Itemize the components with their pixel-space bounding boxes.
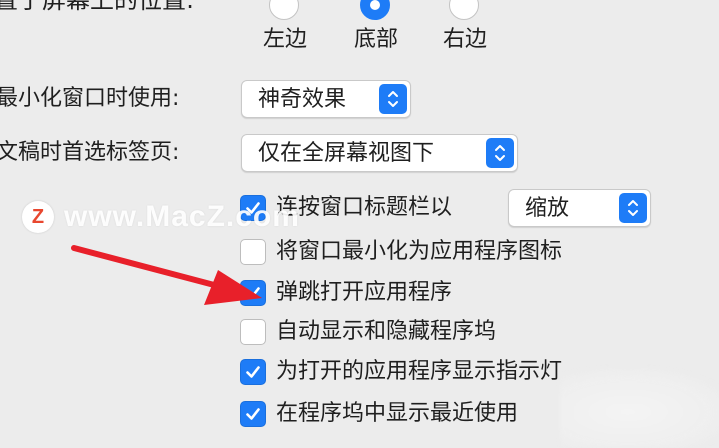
dock-position-radio-group: 左边 底部 右边 [0,0,719,60]
autohide-dock-checkbox[interactable] [240,319,266,345]
radio-left-button[interactable] [269,0,299,20]
radio-right-label: 右边 [442,27,487,52]
checkmark-icon [246,202,260,214]
checkmark-icon [246,366,260,378]
autohide-dock-label: 自动显示和隐藏程序坞 [276,319,497,344]
minimize-into-app-checkbox[interactable] [240,239,266,265]
radio-bottom-label: 底部 [353,27,398,52]
double-click-checkbox[interactable] [240,195,266,221]
radio-option-left[interactable]: 左边 [235,0,335,60]
blur-patch [560,368,719,448]
animate-opening-checkbox[interactable] [240,280,266,306]
double-click-action-value: 缩放 [525,196,570,221]
radio-right-button[interactable] [449,0,479,20]
minimize-into-app-label: 将窗口最小化为应用程序图标 [276,239,563,264]
autohide-dock-row[interactable]: 自动显示和隐藏程序坞 [240,316,496,348]
show-indicators-row[interactable]: 为打开的应用程序显示指示灯 [240,356,562,388]
prefer-tabs-popup[interactable]: 仅在全屏幕视图下 [241,134,518,172]
radio-left-label: 左边 [262,27,307,52]
minimize-into-app-row[interactable]: 将窗口最小化为应用程序图标 [240,236,562,268]
up-down-chevron-icon [379,84,407,114]
watermark-logo-icon: Z [22,201,54,233]
show-recent-apps-row[interactable]: 在程序坞中显示最近使用 [240,398,518,430]
show-recent-apps-label: 在程序坞中显示最近使用 [276,401,519,426]
up-down-chevron-icon [486,138,514,168]
radio-bottom-button[interactable] [360,0,390,20]
double-click-label: 连按窗口标题栏以 [276,195,453,220]
show-indicators-checkbox[interactable] [240,359,266,385]
show-recent-apps-checkbox[interactable] [240,401,266,427]
prefer-tabs-value: 仅在全屏幕视图下 [258,141,435,166]
checkmark-icon [246,408,260,420]
animate-opening-row[interactable]: 弹跳打开应用程序 [240,277,452,309]
radio-option-right[interactable]: 右边 [415,0,515,60]
minimize-effect-label: 最小化窗口时使用: [0,86,180,111]
show-indicators-label: 为打开的应用程序显示指示灯 [276,359,563,384]
minimize-effect-value: 神奇效果 [258,87,347,112]
double-click-action-popup[interactable]: 缩放 [508,189,651,227]
prefer-tabs-label: 文稿时首选标签页: [0,140,180,165]
up-down-chevron-icon [619,193,647,223]
checkmark-icon [246,287,260,299]
radio-option-bottom[interactable]: 底部 [326,0,426,60]
animate-opening-label: 弹跳打开应用程序 [276,280,453,305]
minimize-effect-popup[interactable]: 神奇效果 [241,80,411,118]
double-click-title-row[interactable]: 连按窗口标题栏以 [240,192,452,224]
